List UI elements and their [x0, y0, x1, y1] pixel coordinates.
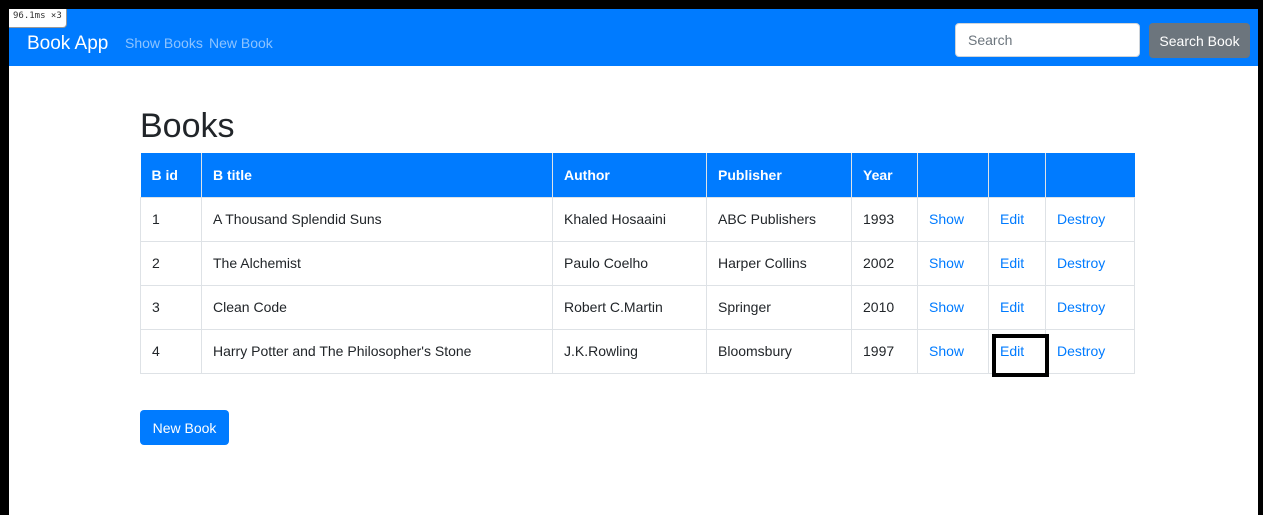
cell-show: Show: [917, 240, 989, 286]
table-row: 2 The Alchemist Paulo Coelho Harper Coll…: [140, 240, 1135, 286]
table-row: 3 Clean Code Robert C.Martin Springer 20…: [140, 284, 1135, 330]
column-header-actions: [917, 153, 989, 197]
nav-link-new-book[interactable]: New Book: [209, 34, 273, 52]
cell-id: 3: [140, 284, 202, 330]
column-header-title: B title: [201, 153, 553, 197]
cell-title: A Thousand Splendid Suns: [201, 196, 553, 242]
search-input[interactable]: [955, 23, 1140, 57]
cell-id: 2: [140, 240, 202, 286]
cell-id: 1: [140, 196, 202, 242]
cell-edit: Edit: [988, 284, 1046, 330]
page-title: Books: [140, 107, 235, 145]
show-link[interactable]: Show: [929, 343, 964, 359]
column-header-actions: [1045, 153, 1135, 197]
edit-link[interactable]: Edit: [1000, 255, 1024, 271]
show-link[interactable]: Show: [929, 255, 964, 271]
show-link[interactable]: Show: [929, 211, 964, 227]
cell-publisher: ABC Publishers: [706, 196, 852, 242]
cell-show: Show: [917, 196, 989, 242]
cell-show: Show: [917, 284, 989, 330]
cell-year: 1993: [851, 196, 918, 242]
cell-author: Paulo Coelho: [552, 240, 707, 286]
cell-author: J.K.Rowling: [552, 328, 707, 374]
table-row: 4 Harry Potter and The Philosopher's Sto…: [140, 328, 1135, 377]
destroy-link[interactable]: Destroy: [1057, 255, 1105, 271]
cell-title: The Alchemist: [201, 240, 553, 286]
cell-publisher: Springer: [706, 284, 852, 330]
edit-link[interactable]: Edit: [1000, 299, 1024, 315]
table-row: 1 A Thousand Splendid Suns Khaled Hosaai…: [140, 196, 1135, 242]
column-header-author: Author: [552, 153, 707, 197]
cell-title: Clean Code: [201, 284, 553, 330]
destroy-link[interactable]: Destroy: [1057, 299, 1105, 315]
cell-author: Robert C.Martin: [552, 284, 707, 330]
cell-author: Khaled Hosaaini: [552, 196, 707, 242]
edit-link[interactable]: Edit: [1000, 211, 1024, 227]
cell-year: 2002: [851, 240, 918, 286]
cell-edit: Edit: [988, 196, 1046, 242]
brand-link[interactable]: Book App: [27, 32, 108, 56]
cell-destroy: Destroy: [1045, 240, 1135, 286]
cell-publisher: Harper Collins: [706, 240, 852, 286]
column-header-year: Year: [851, 153, 918, 197]
cell-year: 2010: [851, 284, 918, 330]
cell-destroy: Destroy: [1045, 328, 1135, 374]
column-header-id: B id: [140, 153, 202, 197]
navbar: Book App Show Books New Book Search Book: [9, 9, 1258, 66]
column-header-actions: [988, 153, 1046, 197]
cell-show: Show: [917, 328, 989, 374]
cell-destroy: Destroy: [1045, 196, 1135, 242]
cell-publisher: Bloomsbury: [706, 328, 852, 374]
cell-edit: Edit: [988, 240, 1046, 286]
show-link[interactable]: Show: [929, 299, 964, 315]
destroy-link[interactable]: Destroy: [1057, 211, 1105, 227]
column-header-publisher: Publisher: [706, 153, 852, 197]
new-book-button[interactable]: New Book: [140, 410, 229, 445]
cell-id: 4: [140, 328, 202, 374]
cell-title: Harry Potter and The Philosopher's Stone: [201, 328, 553, 374]
nav-link-show-books[interactable]: Show Books: [125, 34, 203, 52]
cell-edit-highlighted: Edit: [988, 328, 1050, 377]
search-book-button[interactable]: Search Book: [1149, 23, 1250, 58]
cell-year: 1997: [851, 328, 918, 374]
cell-destroy: Destroy: [1045, 284, 1135, 330]
books-table: B id B title Author Publisher Year 1 A T…: [140, 153, 1135, 377]
app-viewport: Book App Show Books New Book Search Book…: [9, 9, 1258, 515]
table-header-row: B id B title Author Publisher Year: [140, 153, 1135, 197]
edit-link[interactable]: Edit: [1000, 343, 1024, 359]
perf-badge: 96.1ms ×3: [9, 9, 67, 28]
destroy-link[interactable]: Destroy: [1057, 343, 1105, 359]
